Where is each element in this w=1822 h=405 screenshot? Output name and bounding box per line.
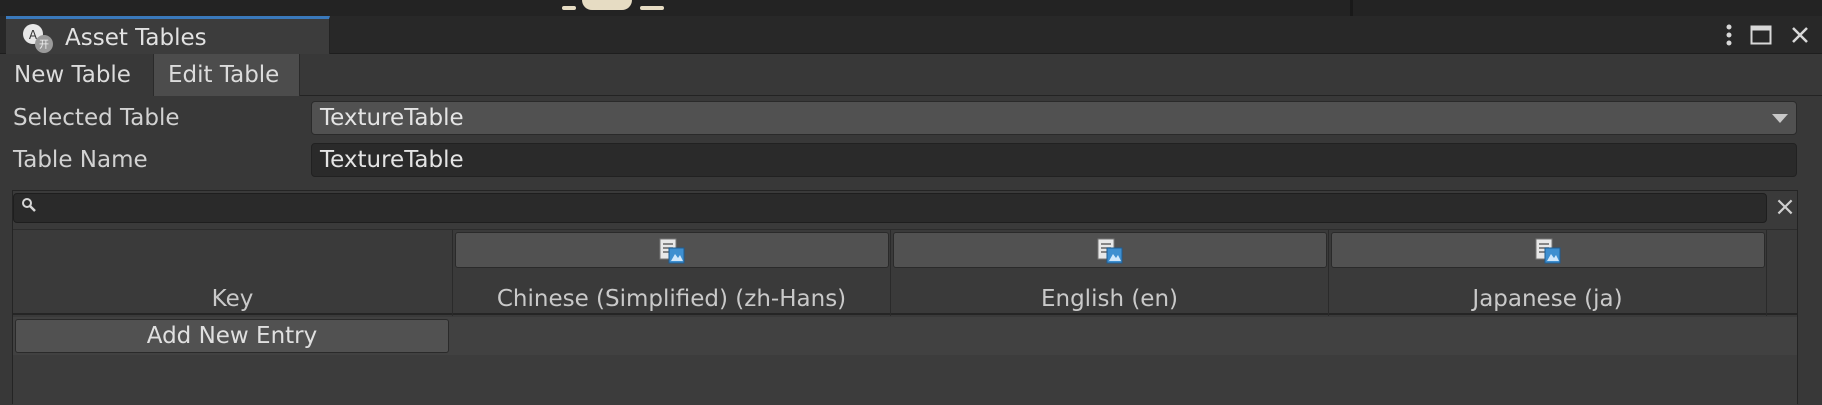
search-icon [21,197,37,213]
table-asset-button[interactable] [1331,232,1765,268]
selected-table-label: Selected Table [13,105,180,131]
light-gizmo-ray [640,6,664,10]
column-header-ja[interactable]: Japanese (ja) [1329,230,1767,316]
light-gizmo-icon [582,0,632,10]
key-column-header[interactable]: Key [13,230,453,316]
column-header-zh-hans[interactable]: Chinese (Simplified) (zh-Hans) [453,230,891,316]
localization-icon: A 开 [20,23,56,55]
table-header-row: Key Chinese (Simplified) (zh-Hans) Engli… [13,229,1797,316]
table-name-field[interactable]: TextureTable [311,143,1797,177]
dropdown-arrow-icon [1772,114,1788,123]
search-bar: × [13,191,1797,225]
search-input[interactable] [13,193,1767,223]
key-header-label: Key [211,286,254,312]
more-options-icon[interactable] [1726,24,1732,46]
clear-search-icon[interactable]: × [1773,194,1797,221]
table-name-label: Table Name [13,147,148,173]
tab-edit-table[interactable]: Edit Table [154,54,300,96]
column-header-en[interactable]: English (en) [891,230,1329,316]
table-editor: × Key Chinese (Simplified) (zh-Hans) Eng… [12,190,1798,405]
add-new-entry-button[interactable]: Add New Entry [15,319,449,353]
column-label: English (en) [1040,286,1179,312]
panel-divider [1350,0,1353,16]
column-label: Chinese (Simplified) (zh-Hans) [496,286,847,312]
asset-table-icon [1097,238,1123,264]
selected-table-dropdown[interactable]: TextureTable [311,101,1797,135]
window-tab-bar: A 开 Asset Tables [0,16,1822,54]
add-entry-row: Add New Entry [13,317,1797,355]
tab-title: Asset Tables [65,25,207,51]
tab-new-table[interactable]: New Table [0,54,154,96]
asset-tables-tab[interactable]: A 开 Asset Tables [6,16,330,54]
asset-table-icon [659,238,685,264]
asset-table-icon [1535,238,1561,264]
table-asset-button[interactable] [893,232,1327,268]
table-body-empty [13,355,1797,405]
window-controls [1726,16,1810,54]
mode-toolbar: New Table Edit Table [0,54,1822,96]
maximize-icon[interactable] [1750,25,1772,45]
selected-table-value: TextureTable [320,105,464,131]
table-asset-button[interactable] [455,232,889,268]
svg-text:开: 开 [39,40,49,51]
close-icon[interactable] [1790,25,1810,45]
column-label: Japanese (ja) [1472,286,1623,312]
scene-view-strip [0,0,1822,16]
light-gizmo-ray [562,6,576,10]
